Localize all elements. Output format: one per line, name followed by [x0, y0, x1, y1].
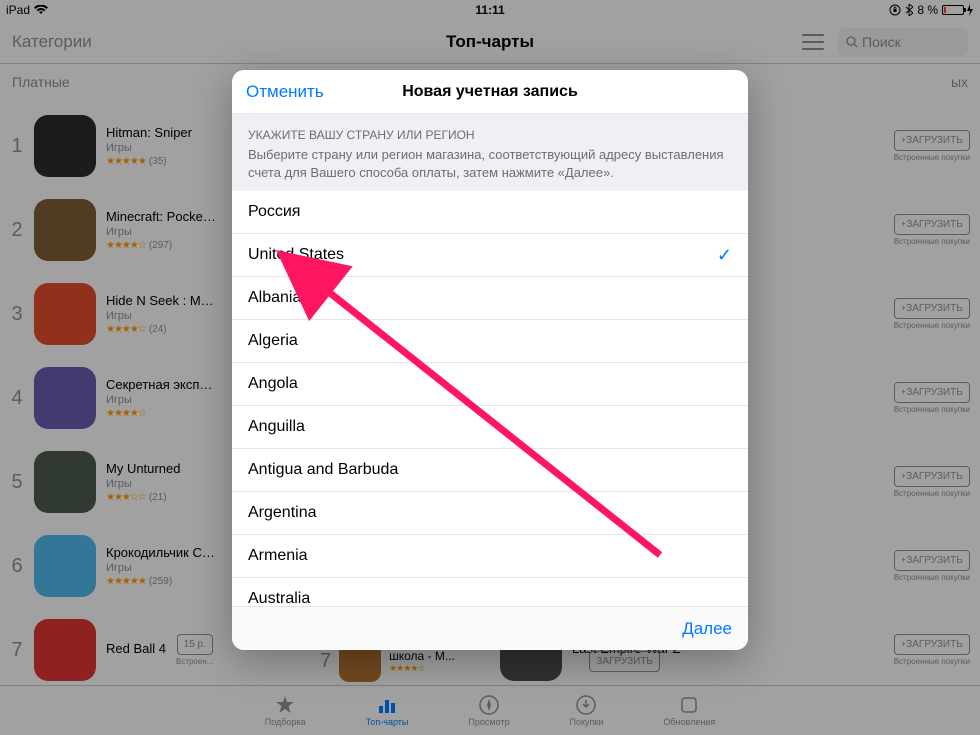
country-row[interactable]: Australia — [232, 578, 748, 606]
country-name: Albania — [248, 289, 301, 307]
cancel-button[interactable]: Отменить — [246, 82, 324, 102]
country-row[interactable]: Armenia — [232, 535, 748, 578]
country-name: United States — [248, 246, 344, 264]
country-row[interactable]: Algeria — [232, 320, 748, 363]
new-account-modal: Отменить Новая учетная запись УКАЖИТЕ ВА… — [232, 70, 748, 650]
modal-intro-text: Выберите страну или регион магазина, соо… — [248, 146, 732, 181]
modal-header: Отменить Новая учетная запись — [232, 70, 748, 114]
next-button[interactable]: Далее — [682, 619, 732, 639]
country-name: Россия — [248, 203, 300, 221]
country-name: Antigua and Barbuda — [248, 461, 398, 479]
modal-overlay: Отменить Новая учетная запись УКАЖИТЕ ВА… — [0, 0, 980, 735]
modal-intro-heading: УКАЖИТЕ ВАШУ СТРАНУ ИЛИ РЕГИОН — [248, 128, 732, 142]
country-list[interactable]: Россия United States ✓ Albania Algeria Angola… — [232, 191, 748, 606]
country-name: Armenia — [248, 547, 308, 565]
country-row[interactable]: Argentina — [232, 492, 748, 535]
modal-title: Новая учетная запись — [402, 83, 578, 101]
country-name: Australia — [248, 590, 310, 606]
country-name: Argentina — [248, 504, 317, 522]
check-icon: ✓ — [717, 245, 732, 266]
country-row[interactable]: Anguilla — [232, 406, 748, 449]
country-row[interactable]: Albania — [232, 277, 748, 320]
country-name: Anguilla — [248, 418, 305, 436]
country-name: Algeria — [248, 332, 298, 350]
country-row[interactable]: Россия — [232, 191, 748, 234]
modal-intro: УКАЖИТЕ ВАШУ СТРАНУ ИЛИ РЕГИОН Выберите … — [232, 114, 748, 191]
country-name: Angola — [248, 375, 298, 393]
country-row[interactable]: Angola — [232, 363, 748, 406]
modal-footer: Далее — [232, 606, 748, 650]
country-row[interactable]: United States ✓ — [232, 234, 748, 277]
country-row[interactable]: Antigua and Barbuda — [232, 449, 748, 492]
